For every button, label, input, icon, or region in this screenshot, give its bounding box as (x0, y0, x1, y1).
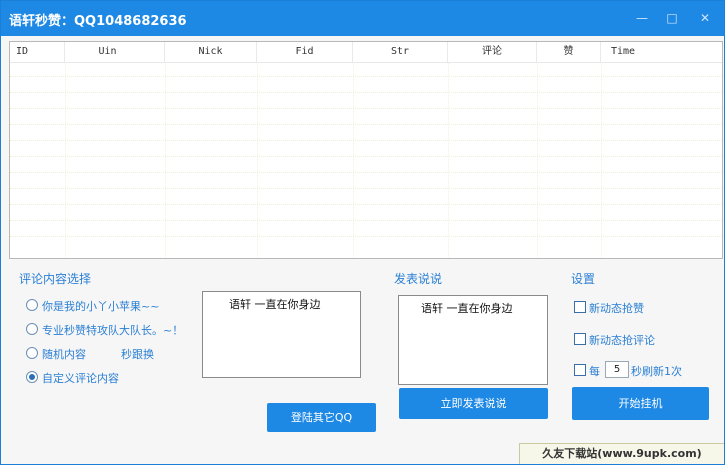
table-header: ID Uin Nick Fid Str 评论 赞 Time (10, 42, 722, 63)
grid-line (10, 204, 722, 205)
refresh-checkbox[interactable] (574, 364, 586, 376)
grid-line (10, 156, 722, 157)
grid-line (10, 220, 722, 221)
publish-post-button[interactable]: 立即发表说说 (399, 388, 548, 419)
column-header-fid[interactable]: Fid (257, 42, 353, 62)
refresh-suffix-label: 秒刷新1次 (631, 365, 682, 378)
grid-line (10, 108, 722, 109)
post-text: 语轩 一直在你身边 (421, 302, 513, 315)
column-header-id[interactable]: ID (10, 42, 65, 62)
radio-option-random-label[interactable]: 随机内容 (42, 346, 86, 362)
grid-line (10, 124, 722, 125)
column-header-str[interactable]: Str (353, 42, 448, 62)
login-other-qq-button[interactable]: 登陆其它QQ (267, 403, 376, 432)
grid-line (353, 62, 354, 258)
post-textarea[interactable]: 语轩 一直在你身边 (398, 295, 548, 385)
column-header-time[interactable]: Time (601, 42, 722, 62)
grid-line (10, 188, 722, 189)
radio-option-2[interactable] (26, 323, 38, 335)
column-header-uin[interactable]: Uin (65, 42, 165, 62)
grid-line (10, 92, 722, 93)
minimize-button[interactable]: — (631, 9, 653, 27)
refresh-seconds-input[interactable]: 5 (605, 361, 629, 378)
custom-comment-text: 语轩 一直在你身边 (229, 298, 321, 311)
comment-select-title: 评论内容选择 (19, 272, 92, 286)
grid-line (165, 62, 166, 258)
data-table[interactable]: ID Uin Nick Fid Str 评论 赞 Time (9, 41, 723, 259)
auto-comment-label[interactable]: 新动态抢评论 (589, 332, 655, 348)
grid-line (257, 62, 258, 258)
maximize-button[interactable]: □ (661, 9, 683, 27)
grid-line (10, 236, 722, 237)
radio-option-custom[interactable] (26, 371, 38, 383)
grid-line (10, 76, 722, 77)
random-interval-label: 秒跟换 (121, 348, 154, 361)
auto-like-label[interactable]: 新动态抢赞 (589, 300, 644, 316)
refresh-prefix-label: 每 (589, 365, 600, 378)
radio-option-random[interactable] (26, 347, 38, 359)
settings-title: 设置 (571, 272, 596, 286)
grid-line (10, 140, 722, 141)
radio-option-custom-label[interactable]: 自定义评论内容 (42, 370, 119, 386)
main-window: 语轩秒赞：QQ1048682636 — □ ✕ ID Uin Nick Fid … (0, 0, 725, 465)
custom-comment-textarea[interactable]: 语轩 一直在你身边 (202, 291, 361, 378)
column-header-comment[interactable]: 评论 (448, 42, 537, 62)
auto-like-checkbox[interactable] (574, 301, 586, 313)
grid-line (65, 62, 66, 258)
auto-comment-checkbox[interactable] (574, 333, 586, 345)
watermark-banner: 久友下载站(www.9upk.com) (519, 443, 724, 464)
radio-option-2-label[interactable]: 专业秒赞特攻队大队长。~！ (42, 322, 183, 338)
title-bar: 语轩秒赞：QQ1048682636 — □ ✕ (1, 1, 724, 36)
post-title: 发表说说 (394, 272, 443, 286)
radio-option-1[interactable] (26, 299, 38, 311)
window-title: 语轩秒赞：QQ1048682636 (9, 14, 187, 29)
grid-line (601, 62, 602, 258)
column-header-like[interactable]: 赞 (537, 42, 601, 62)
column-header-nick[interactable]: Nick (165, 42, 257, 62)
start-hanging-button[interactable]: 开始挂机 (572, 387, 709, 420)
radio-option-1-label[interactable]: 你是我的小丫小苹果~~ (42, 298, 159, 314)
close-button[interactable]: ✕ (694, 9, 716, 27)
grid-line (537, 62, 538, 258)
grid-line (448, 62, 449, 258)
grid-line (10, 172, 722, 173)
